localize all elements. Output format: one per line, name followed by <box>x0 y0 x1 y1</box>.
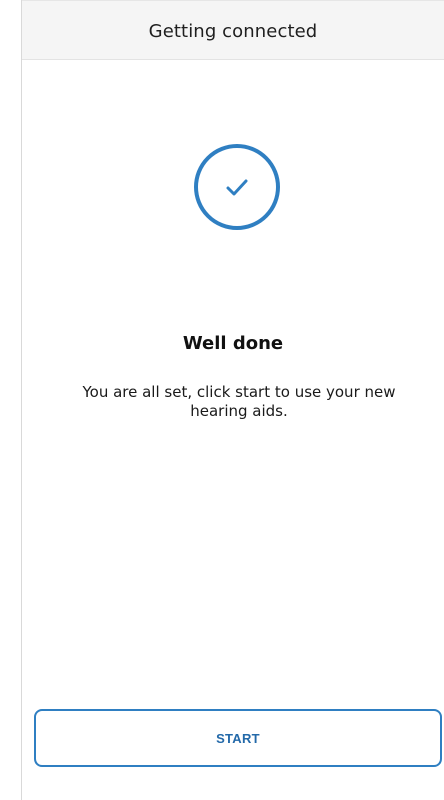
success-heading: Well done <box>182 333 284 354</box>
header-bar: Getting connected <box>22 0 444 60</box>
getting-connected-screen: Getting connected Well done You are all … <box>0 0 444 800</box>
success-message: You are all set, click start to use your… <box>82 383 396 420</box>
start-button-label: START <box>216 730 260 746</box>
left-gutter <box>0 0 21 800</box>
frame-divider <box>21 0 22 800</box>
check-circle-icon <box>194 144 280 230</box>
page-title: Getting connected <box>148 20 318 42</box>
start-button[interactable]: START <box>34 709 442 767</box>
